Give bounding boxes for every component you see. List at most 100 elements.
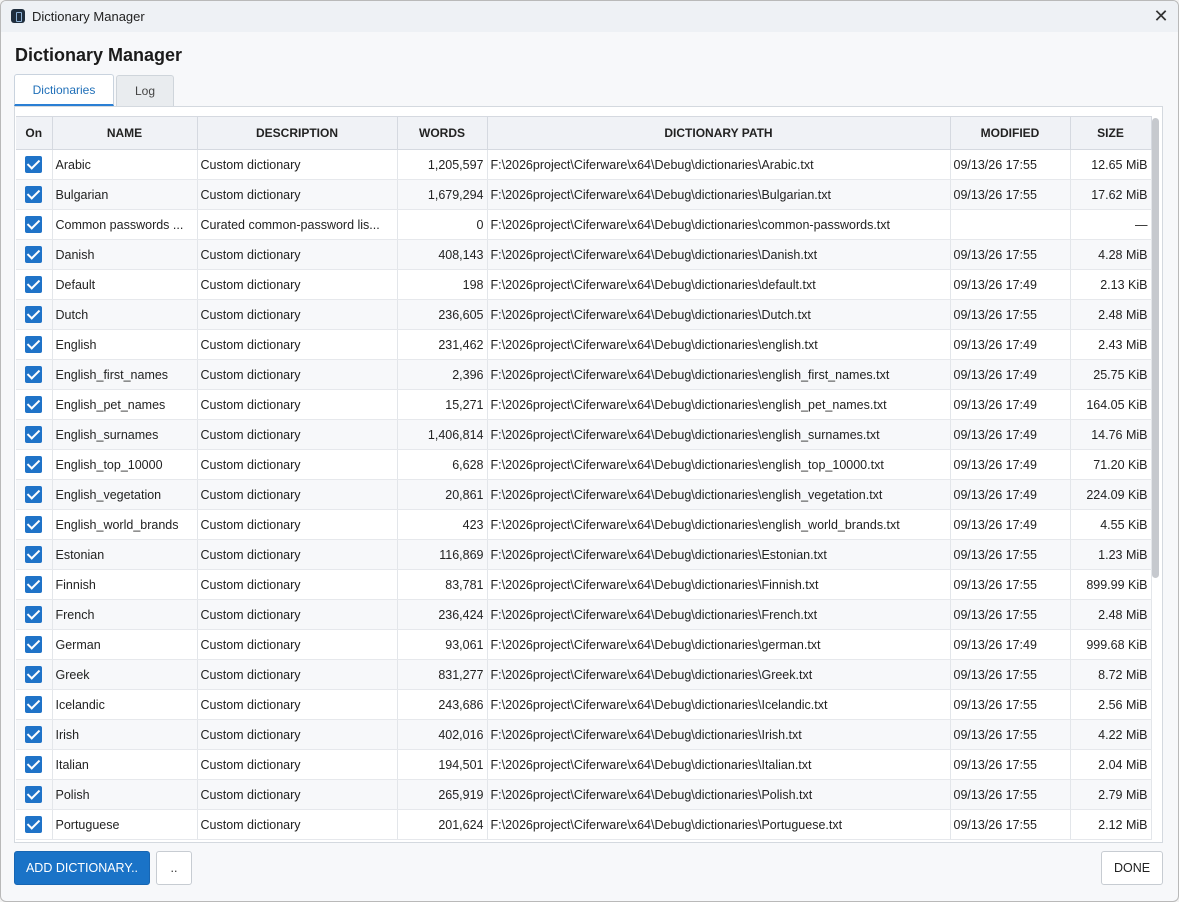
enabled-checkbox[interactable] <box>25 336 43 353</box>
enabled-cell <box>16 659 53 690</box>
enabled-checkbox[interactable] <box>25 186 43 203</box>
add-dictionary-button[interactable]: ADD DICTIONARY.. <box>14 851 150 885</box>
dictionary-name-cell: English_top_10000 <box>52 449 198 480</box>
column-header-path[interactable]: DICTIONARY PATH <box>487 116 951 150</box>
enabled-checkbox[interactable] <box>25 216 43 233</box>
table-row[interactable]: Greek Custom dictionary 831,277 F:\2026proj… <box>16 659 1152 690</box>
dictionary-path-cell: F:\2026project\Ciferware\x64\Debug\dicti… <box>487 329 951 360</box>
table-row[interactable]: English_first_names Custom dictionary 2,39… <box>16 359 1152 390</box>
dictionary-name-cell: Default <box>52 269 198 300</box>
enabled-checkbox[interactable] <box>25 696 43 713</box>
size-cell: 164.05 KiB <box>1070 389 1152 420</box>
modified-cell: 09/13/26 17:55 <box>950 719 1071 750</box>
window-title: Dictionary Manager <box>32 9 145 24</box>
table-row[interactable]: Common passwords ... Curated common-passw… <box>16 209 1152 240</box>
description-cell: Custom dictionary <box>197 599 398 630</box>
table-row[interactable]: Irish Custom dictionary 402,016 F:\2026proj… <box>16 719 1152 750</box>
column-header-on[interactable]: On <box>16 116 53 150</box>
column-header-size[interactable]: SIZE <box>1070 116 1152 150</box>
dictionary-name-cell: Finnish <box>52 569 198 600</box>
table-row[interactable]: English_top_10000 Custom dictionary 6,628 F… <box>16 449 1152 480</box>
size-cell: 25.75 KiB <box>1070 359 1152 390</box>
table-row[interactable]: Danish Custom dictionary 408,143 F:\2026pro… <box>16 239 1152 270</box>
close-icon[interactable]: ✕ <box>1144 1 1178 32</box>
dictionary-path-cell: F:\2026project\Ciferware\x64\Debug\dicti… <box>487 659 951 690</box>
enabled-checkbox[interactable] <box>25 396 43 413</box>
table-row[interactable]: English Custom dictionary 231,462 F:\2026pr… <box>16 329 1152 360</box>
tab-log[interactable]: Log <box>116 75 174 106</box>
dictionary-path-cell: F:\2026project\Ciferware\x64\Debug\dicti… <box>487 629 951 660</box>
description-cell: Custom dictionary <box>197 419 398 450</box>
table-row[interactable]: German Custom dictionary 93,061 F:\2026proj… <box>16 629 1152 660</box>
enabled-cell <box>16 479 53 510</box>
page-title: Dictionary Manager <box>15 45 183 65</box>
enabled-checkbox[interactable] <box>25 486 43 503</box>
table-row[interactable]: English_vegetation Custom dictionary 20,86… <box>16 479 1152 510</box>
dictionary-name-cell: Irish <box>52 719 198 750</box>
enabled-checkbox[interactable] <box>25 156 43 173</box>
column-header-name[interactable]: NAME <box>52 116 198 150</box>
modified-cell: 09/13/26 17:55 <box>950 539 1071 570</box>
dictionary-path-cell: F:\2026project\Ciferware\x64\Debug\dicti… <box>487 749 951 780</box>
dictionary-path-cell: F:\2026project\Ciferware\x64\Debug\dicti… <box>487 419 951 450</box>
column-header-description[interactable]: DESCRIPTION <box>197 116 398 150</box>
enabled-checkbox[interactable] <box>25 786 43 803</box>
table-row[interactable]: Icelandic Custom dictionary 243,686 F:\2026… <box>16 689 1152 720</box>
title-bar[interactable]: Dictionary Manager ✕ <box>1 1 1178 32</box>
enabled-checkbox[interactable] <box>25 636 43 653</box>
column-header-words[interactable]: WORDS <box>397 116 488 150</box>
size-cell: 2.13 KiB <box>1070 269 1152 300</box>
enabled-checkbox[interactable] <box>25 576 43 593</box>
word-count-cell: 6,628 <box>397 449 488 480</box>
table-row[interactable]: English_pet_names Custom dictionary 15,271… <box>16 389 1152 420</box>
modified-cell: 09/13/26 17:55 <box>950 689 1071 720</box>
enabled-checkbox[interactable] <box>25 756 43 773</box>
enabled-checkbox[interactable] <box>25 546 43 563</box>
more-options-button[interactable]: .. <box>156 851 192 885</box>
enabled-checkbox[interactable] <box>25 516 43 533</box>
dictionary-path-cell: F:\2026project\Ciferware\x64\Debug\dicti… <box>487 149 951 180</box>
dictionary-path-cell: F:\2026project\Ciferware\x64\Debug\dicti… <box>487 779 951 810</box>
table-row[interactable]: Default Custom dictionary 198 F:\2026projec… <box>16 269 1152 300</box>
word-count-cell: 423 <box>397 509 488 540</box>
word-count-cell: 116,869 <box>397 539 488 570</box>
enabled-checkbox[interactable] <box>25 246 43 263</box>
table-row[interactable]: Finnish Custom dictionary 83,781 F:\2026pro… <box>16 569 1152 600</box>
enabled-checkbox[interactable] <box>25 816 43 833</box>
table-row[interactable]: English_world_brands Custom dictionary 423… <box>16 509 1152 540</box>
table-row[interactable]: Arabic Custom dictionary 1,205,597 F:\2026p… <box>16 149 1152 180</box>
enabled-checkbox[interactable] <box>25 666 43 683</box>
dictionary-name-cell: Italian <box>52 749 198 780</box>
word-count-cell: 20,861 <box>397 479 488 510</box>
word-count-cell: 402,016 <box>397 719 488 750</box>
table-row[interactable]: Italian Custom dictionary 194,501 F:\2026pr… <box>16 749 1152 780</box>
dictionaries-panel: On NAME DESCRIPTION WORDS DICTIONARY PAT… <box>14 106 1163 843</box>
vertical-scrollbar[interactable] <box>1152 118 1159 578</box>
table-row[interactable]: Dutch Custom dictionary 236,605 F:\2026proj… <box>16 299 1152 330</box>
word-count-cell: 1,406,814 <box>397 419 488 450</box>
table-row[interactable]: Polish Custom dictionary 265,919 F:\2026pro… <box>16 779 1152 810</box>
table-row[interactable]: French Custom dictionary 236,424 F:\2026pro… <box>16 599 1152 630</box>
enabled-checkbox[interactable] <box>25 606 43 623</box>
table-row[interactable]: Portuguese Custom dictionary 201,624 F:\202… <box>16 809 1152 840</box>
size-cell: 2.43 MiB <box>1070 329 1152 360</box>
enabled-cell <box>16 719 53 750</box>
enabled-checkbox[interactable] <box>25 726 43 743</box>
enabled-checkbox[interactable] <box>25 456 43 473</box>
enabled-checkbox[interactable] <box>25 306 43 323</box>
size-cell: 4.28 MiB <box>1070 239 1152 270</box>
tab-dictionaries[interactable]: Dictionaries <box>14 74 114 106</box>
column-header-modified[interactable]: MODIFIED <box>950 116 1071 150</box>
word-count-cell: 2,396 <box>397 359 488 390</box>
table-row[interactable]: Estonian Custom dictionary 116,869 F:\2026p… <box>16 539 1152 570</box>
done-button[interactable]: DONE <box>1101 851 1163 885</box>
table-row[interactable]: Bulgarian Custom dictionary 1,679,294 F:\20… <box>16 179 1152 210</box>
enabled-checkbox[interactable] <box>25 426 43 443</box>
word-count-cell: 0 <box>397 209 488 240</box>
description-cell: Custom dictionary <box>197 299 398 330</box>
dictionary-name-cell: English_vegetation <box>52 479 198 510</box>
table-row[interactable]: English_surnames Custom dictionary 1,406,8… <box>16 419 1152 450</box>
modified-cell: 09/13/26 17:49 <box>950 389 1071 420</box>
enabled-checkbox[interactable] <box>25 276 43 293</box>
enabled-checkbox[interactable] <box>25 366 43 383</box>
